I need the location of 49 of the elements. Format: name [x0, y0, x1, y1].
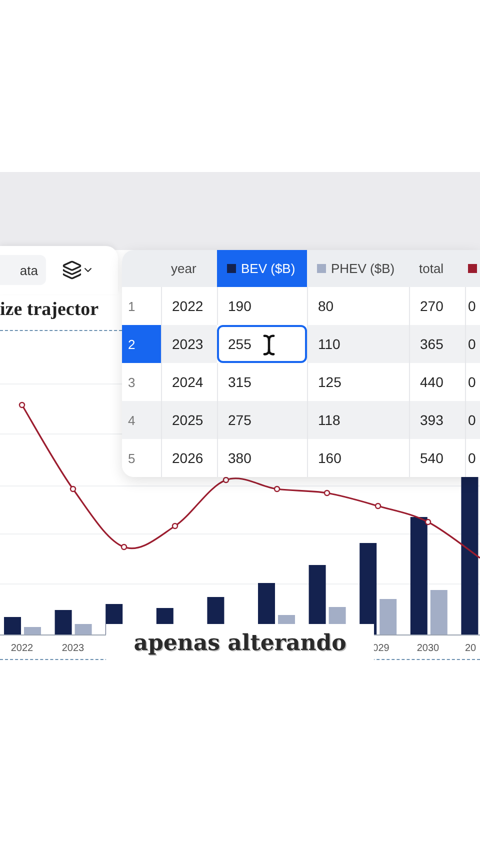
header-corner — [122, 250, 161, 287]
axis-label: 20 — [465, 643, 476, 654]
table-cell: 2026 — [161, 439, 217, 477]
data-point — [324, 490, 330, 496]
data-point — [120, 544, 128, 550]
table-cell: 0 — [465, 363, 480, 401]
table-cell: 2023 — [161, 325, 217, 363]
layers-icon — [62, 260, 82, 280]
video-caption: apenas alterando — [106, 624, 374, 662]
data-point — [70, 486, 76, 492]
axis-label: 2030 — [416, 643, 440, 654]
table-cell: 393 — [409, 401, 465, 439]
row-number[interactable]: 4 — [122, 401, 161, 439]
column-header[interactable]: year — [161, 250, 217, 287]
table-cell: 0 — [465, 401, 480, 439]
table-cell: 380 — [217, 439, 307, 477]
data-point — [424, 518, 432, 526]
cell-input[interactable]: 255 — [217, 325, 307, 363]
table-cell: 275 — [217, 401, 307, 439]
table-cell: 365 — [409, 325, 465, 363]
row-number[interactable]: 2 — [122, 325, 161, 363]
table-cell: 118 — [307, 401, 409, 439]
row-number[interactable]: 5 — [122, 439, 161, 477]
data-point — [374, 502, 382, 510]
data-point — [172, 522, 178, 530]
bar — [24, 627, 41, 635]
table-cell: 0 — [465, 439, 480, 477]
data-point — [222, 476, 230, 484]
column-header[interactable]: total — [409, 250, 465, 287]
column-header[interactable] — [465, 250, 480, 287]
axis-label: 2022 — [10, 643, 34, 654]
table-cell: 2025 — [161, 401, 217, 439]
table-cell: 0 — [465, 287, 480, 325]
bar — [380, 599, 397, 635]
bar — [54, 610, 72, 635]
table-cell: 0 — [465, 325, 480, 363]
chart-title: ize trajector — [0, 298, 100, 322]
column-header[interactable]: BEV ($B) — [217, 250, 307, 287]
bar — [4, 617, 21, 635]
table-cell: 160 — [307, 439, 409, 477]
table-cell: 540 — [409, 439, 465, 477]
data-point — [274, 486, 280, 492]
data-button[interactable]: ata — [0, 255, 46, 285]
axis-label: 2023 — [62, 643, 84, 654]
data-point — [18, 402, 26, 408]
table-cell: 110 — [307, 325, 409, 363]
column-header[interactable]: PHEV ($B) — [307, 250, 409, 287]
bar — [430, 590, 448, 635]
bar — [74, 624, 92, 635]
